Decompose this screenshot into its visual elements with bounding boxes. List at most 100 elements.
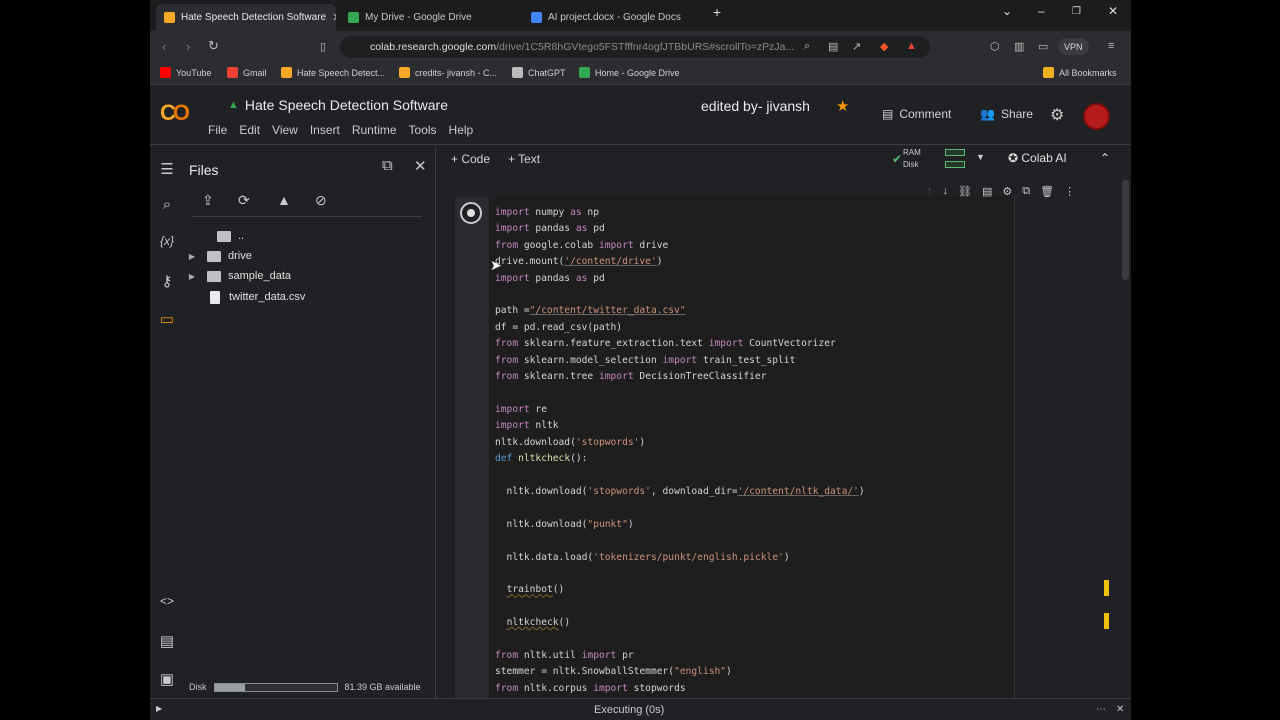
bookmark-label: Gmail xyxy=(243,67,267,78)
extensions-icon[interactable]: ⬡ xyxy=(990,40,1000,53)
rewards-icon[interactable]: ▲ xyxy=(906,40,917,52)
bookmark-icon[interactable]: ▯ xyxy=(320,40,326,53)
wallet-icon[interactable]: ▭ xyxy=(1038,40,1048,53)
close-window-icon[interactable]: ✕ xyxy=(1108,4,1118,18)
expand-icon[interactable]: ▶ xyxy=(186,272,198,281)
brave-shield-icon[interactable]: ◆ xyxy=(880,40,888,53)
more-icon[interactable]: ⋮ xyxy=(1064,185,1075,198)
toc-icon[interactable]: ☰ xyxy=(158,160,176,178)
gear-icon[interactable]: ⚙ xyxy=(1050,105,1064,125)
close-icon[interactable]: ✕ xyxy=(414,157,427,175)
menu-file[interactable]: File xyxy=(208,123,227,137)
tree-item-twitter-csv[interactable]: twitter_data.csv xyxy=(184,287,305,307)
tab-drive[interactable]: My Drive - Google Drive xyxy=(340,4,520,31)
menu-view[interactable]: View xyxy=(272,123,298,137)
folder-icon[interactable]: ▭ xyxy=(158,310,176,328)
share-button[interactable]: 👥 Share xyxy=(980,107,1033,121)
code-text[interactable]: import numpy as np import pandas as pd f… xyxy=(495,205,865,697)
folder-icon xyxy=(207,250,221,262)
expand-icon[interactable]: ▶ xyxy=(186,252,198,261)
new-tab-icon[interactable]: + xyxy=(713,4,721,20)
star-icon[interactable]: ★ xyxy=(836,97,849,115)
colab-favicon-icon xyxy=(164,12,175,23)
colab-logo[interactable]: CO xyxy=(160,100,190,126)
ram-disk-indicator[interactable]: RAM Disk xyxy=(903,147,921,171)
expand-status-icon[interactable]: ▶ xyxy=(156,704,162,713)
comment-button[interactable]: ▤ Comment xyxy=(882,107,951,121)
bookmark-label: All Bookmarks xyxy=(1059,67,1117,78)
menu-help[interactable]: Help xyxy=(449,123,474,137)
share-page-icon[interactable]: ↗ xyxy=(852,40,861,53)
reader-icon[interactable]: ▤ xyxy=(828,40,838,53)
terminal-icon[interactable]: ▣ xyxy=(158,670,176,688)
sidebar-icon[interactable]: ▥ xyxy=(1014,40,1024,53)
tab-label: Hate Speech Detection Software xyxy=(181,12,327,23)
menu-runtime[interactable]: Runtime xyxy=(352,123,397,137)
all-bookmarks[interactable]: All Bookmarks xyxy=(1043,67,1117,78)
bookmark-chatgpt[interactable]: ChatGPT xyxy=(512,67,566,78)
upload-icon[interactable]: ⇪ xyxy=(202,192,214,209)
menu-icon[interactable]: ≡ xyxy=(1108,40,1114,52)
bookmark-label: ChatGPT xyxy=(528,67,566,78)
stop-execution-button[interactable] xyxy=(460,202,482,224)
chevron-down-icon[interactable]: ⌄ xyxy=(1002,4,1012,18)
mount-drive-icon[interactable]: ▲ xyxy=(277,192,291,208)
forward-icon[interactable]: › xyxy=(186,39,190,54)
black-right-margin xyxy=(1131,0,1280,720)
notebook-title[interactable]: ▲ Hate Speech Detection Software xyxy=(228,97,448,113)
chevron-up-icon[interactable]: ⌃ xyxy=(1100,151,1110,165)
reload-icon[interactable]: ↻ xyxy=(208,38,219,54)
add-text-button[interactable]: + Text xyxy=(508,152,540,166)
zoom-icon[interactable]: ⌕ xyxy=(804,40,810,53)
bookmark-label: credits- jivansh - C... xyxy=(415,67,498,78)
bookmark-label: YouTube xyxy=(176,67,212,78)
close-icon[interactable]: ✕ xyxy=(332,11,336,24)
close-icon[interactable]: ✕ xyxy=(1116,704,1124,715)
code-snippets-icon[interactable]: <> xyxy=(158,594,176,608)
bookmark-gmail[interactable]: Gmail xyxy=(227,67,267,78)
folder-icon xyxy=(1043,67,1054,78)
browser-window: Hate Speech Detection Software ✕ My Driv… xyxy=(150,0,1131,720)
code-editor[interactable]: import numpy as np import pandas as pd f… xyxy=(490,197,1015,707)
disk-label: Disk xyxy=(189,682,207,692)
disk-bar xyxy=(945,161,965,168)
colab-ai-label: Colab AI xyxy=(1021,151,1067,165)
url-field[interactable]: colab.research.google.com/drive/1C5R8hGV… xyxy=(340,36,930,58)
execution-status: Executing (0s) xyxy=(594,704,665,716)
tree-item-parent[interactable]: .. xyxy=(184,226,244,246)
add-code-button[interactable]: + Code xyxy=(451,152,490,166)
bookmark-hate-speech[interactable]: Hate Speech Detect... xyxy=(281,67,385,78)
key-icon[interactable]: ⚷ xyxy=(158,272,176,290)
colab-ai-button[interactable]: ✪ Colab AI xyxy=(1008,151,1067,165)
vpn-button[interactable]: VPN xyxy=(1058,38,1089,55)
command-palette-icon[interactable]: ▤ xyxy=(158,632,176,650)
restore-icon[interactable]: ❐ xyxy=(1072,6,1081,17)
tree-item-sample-data[interactable]: ▶ sample_data xyxy=(184,266,291,286)
tree-item-drive[interactable]: ▶ drive xyxy=(184,246,252,266)
mirror-cell-icon[interactable]: ⧉ xyxy=(1022,185,1030,198)
more-icon[interactable]: ⋯ xyxy=(1096,704,1106,715)
hide-files-icon[interactable]: ⊘ xyxy=(315,192,327,209)
menu-tools[interactable]: Tools xyxy=(409,123,437,137)
notebook-toolbar: + Code + Text ✔ RAM Disk ▼ ✪ Colab AI ⌃ xyxy=(437,146,1131,173)
bookmark-credits[interactable]: credits- jivansh - C... xyxy=(399,67,497,78)
search-icon[interactable]: ⌕ xyxy=(158,196,176,213)
menu-edit[interactable]: Edit xyxy=(239,123,260,137)
minimize-icon[interactable]: – xyxy=(1038,4,1045,18)
scrollbar[interactable] xyxy=(1122,180,1129,280)
files-panel: Files ⧉ ✕ ⇪ ⟳ ▲ ⊘ .. ▶ drive ▶ sample_data… xyxy=(184,146,436,706)
tab-docs[interactable]: AI project.docx - Google Docs xyxy=(523,4,703,31)
variables-icon[interactable]: {x} xyxy=(158,234,176,248)
avatar[interactable] xyxy=(1083,103,1110,130)
menu-insert[interactable]: Insert xyxy=(310,123,340,137)
colab-icon xyxy=(399,67,410,78)
bookmark-youtube[interactable]: YouTube xyxy=(160,67,211,78)
open-in-tab-icon[interactable]: ⧉ xyxy=(382,157,393,174)
refresh-icon[interactable]: ⟳ xyxy=(238,192,250,209)
bookmark-drive[interactable]: Home - Google Drive xyxy=(579,67,680,78)
back-icon[interactable]: ‹ xyxy=(162,39,166,54)
scroll-warning-marker xyxy=(1104,580,1109,596)
delete-icon[interactable]: 🗑 xyxy=(1040,185,1054,198)
tab-colab[interactable]: Hate Speech Detection Software ✕ xyxy=(156,4,336,31)
runtime-dropdown-icon[interactable]: ▼ xyxy=(976,152,985,162)
